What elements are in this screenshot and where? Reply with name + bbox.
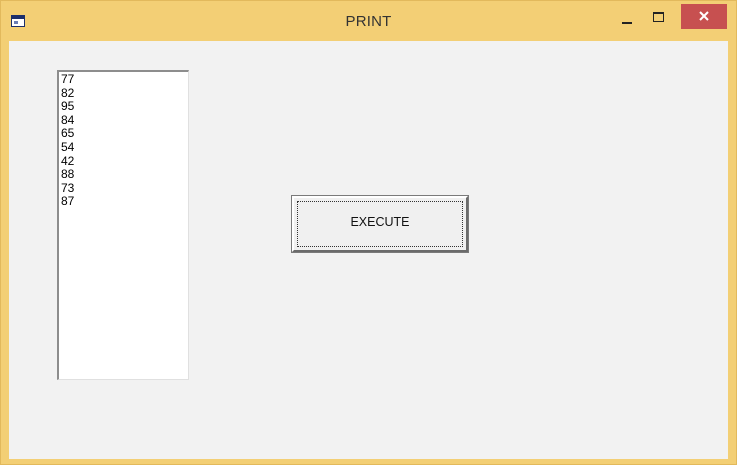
list-item[interactable]: 84 (61, 113, 188, 128)
list-item[interactable]: 73 (61, 181, 188, 196)
list-item[interactable]: 95 (61, 100, 188, 114)
form-client-area: 77 82 95 84 65 54 42 88 73 87 EXECUTE (9, 41, 728, 459)
app-window: PRINT 77 82 95 84 65 54 42 88 73 87 EXEC… (0, 0, 737, 465)
execute-button[interactable]: EXECUTE (292, 196, 468, 252)
list-item[interactable]: 54 (61, 140, 188, 155)
close-button[interactable] (681, 4, 727, 29)
maximize-button[interactable] (646, 7, 672, 29)
list-item[interactable]: 87 (61, 195, 188, 209)
close-icon (699, 11, 709, 21)
minimize-icon (622, 22, 632, 24)
list-item[interactable]: 42 (61, 154, 188, 169)
execute-button-label: EXECUTE (350, 215, 410, 229)
list-item[interactable]: 82 (61, 86, 188, 101)
title-bar[interactable]: PRINT (1, 1, 736, 41)
maximize-icon (653, 12, 664, 22)
minimize-button[interactable] (615, 7, 641, 29)
numbers-listbox[interactable]: 77 82 95 84 65 54 42 88 73 87 (57, 70, 189, 380)
list-item[interactable]: 88 (61, 168, 188, 182)
list-item[interactable]: 77 (61, 72, 188, 87)
list-item[interactable]: 65 (61, 127, 188, 141)
